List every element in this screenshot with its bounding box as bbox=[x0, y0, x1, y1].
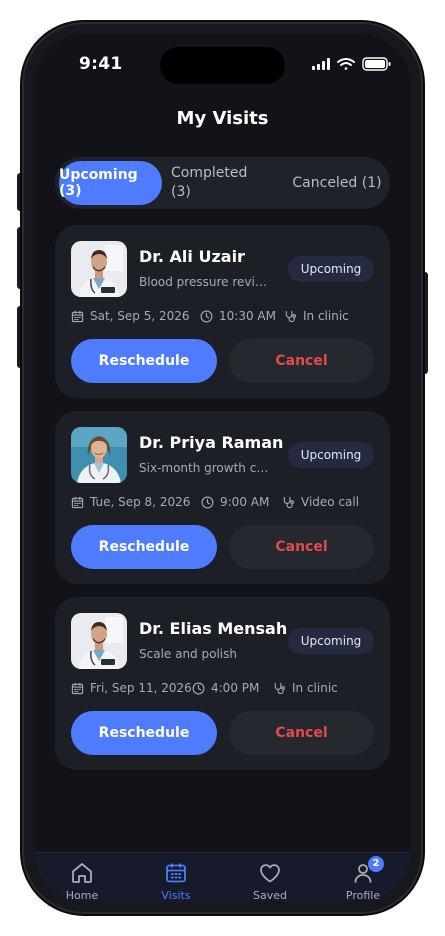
calendar-icon bbox=[71, 496, 84, 508]
visit-time: 4:00 PM bbox=[192, 681, 259, 695]
visit-status-segmented-control: Upcoming (3) Completed (3) Canceled (1) bbox=[55, 157, 390, 209]
stethoscope-icon bbox=[285, 310, 296, 322]
dynamic-island bbox=[160, 47, 285, 84]
visit-date: Sat, Sep 5, 2026 bbox=[71, 309, 190, 323]
tab-saved[interactable]: Saved bbox=[223, 853, 317, 902]
visit-reason: Six-month growth ch... bbox=[139, 461, 271, 475]
status-badge: Upcoming bbox=[288, 628, 374, 654]
visit-time: 10:30 AM bbox=[200, 309, 276, 323]
visit-reason: Scale and polish bbox=[139, 647, 237, 661]
visit-date-text: Tue, Sep 8, 2026 bbox=[90, 495, 191, 509]
tab-completed[interactable]: Completed (3) bbox=[171, 161, 267, 205]
visit-mode: In clinic bbox=[284, 309, 349, 323]
battery-icon bbox=[362, 57, 391, 71]
visit-mode-text: Video call bbox=[301, 495, 360, 509]
status-badge: Upcoming bbox=[288, 256, 374, 282]
doctor-avatar bbox=[71, 427, 127, 483]
visit-mode: Video call bbox=[282, 495, 359, 509]
stethoscope-icon bbox=[274, 682, 285, 694]
visit-date: Fri, Sep 11, 2026 bbox=[71, 681, 192, 695]
doctor-name: Dr. Ali Uzair bbox=[139, 247, 245, 266]
visit-time-text: 9:00 AM bbox=[220, 495, 270, 509]
visit-date-text: Sat, Sep 5, 2026 bbox=[90, 309, 190, 323]
tab-home[interactable]: Home bbox=[35, 853, 129, 902]
tab-visits-label: Visits bbox=[161, 889, 191, 902]
visit-details: Tue, Sep 8, 2026 9:00 AM Video call bbox=[71, 495, 376, 513]
clock-icon bbox=[192, 682, 205, 694]
doctor-name: Dr. Priya Raman bbox=[139, 433, 284, 452]
tab-canceled[interactable]: Canceled (1) bbox=[287, 161, 387, 205]
reschedule-button[interactable]: Reschedule bbox=[71, 711, 217, 755]
tab-upcoming[interactable]: Upcoming (3) bbox=[59, 161, 162, 205]
visit-mode: In clinic bbox=[273, 681, 338, 695]
tab-home-label: Home bbox=[65, 889, 99, 902]
app-screen: 9:41 My Visits Upcoming (3) Completed (3… bbox=[35, 34, 410, 902]
visit-time-text: 10:30 AM bbox=[219, 309, 276, 323]
home-icon bbox=[72, 863, 92, 883]
tab-profile-label: Profile bbox=[345, 889, 381, 902]
tab-profile[interactable]: 2 Profile bbox=[316, 853, 410, 902]
doctor-avatar bbox=[71, 613, 127, 669]
visit-card: Dr. Ali Uzair Blood pressure review Upco… bbox=[55, 225, 390, 398]
clock-icon bbox=[200, 310, 213, 322]
heart-icon bbox=[260, 864, 280, 883]
visit-card: Dr. Priya Raman Six-month growth ch... U… bbox=[55, 411, 390, 584]
calendar-icon bbox=[166, 863, 186, 883]
visit-card: Dr. Elias Mensah Scale and polish Upcomi… bbox=[55, 597, 390, 770]
doctor-avatar bbox=[71, 241, 127, 297]
wifi-icon bbox=[337, 58, 355, 70]
status-badge: Upcoming bbox=[288, 442, 374, 468]
page-title: My Visits bbox=[176, 108, 269, 129]
status-icons bbox=[312, 57, 391, 71]
calendar-icon bbox=[71, 682, 84, 694]
stethoscope-icon bbox=[283, 496, 294, 508]
visit-details: Sat, Sep 5, 2026 10:30 AM In clinic bbox=[71, 309, 376, 327]
visit-time-text: 4:00 PM bbox=[211, 681, 260, 695]
visit-time: 9:00 AM bbox=[201, 495, 269, 509]
visit-mode-text: In clinic bbox=[292, 681, 338, 695]
cancel-button[interactable]: Cancel bbox=[229, 711, 374, 755]
calendar-icon bbox=[71, 310, 84, 322]
doctor-name: Dr. Elias Mensah bbox=[139, 619, 288, 638]
notification-badge: 2 bbox=[368, 856, 384, 872]
status-bar: 9:41 bbox=[35, 34, 410, 90]
cancel-button[interactable]: Cancel bbox=[229, 525, 374, 569]
visit-mode-text: In clinic bbox=[303, 309, 349, 323]
reschedule-button[interactable]: Reschedule bbox=[71, 339, 217, 383]
reschedule-button[interactable]: Reschedule bbox=[71, 525, 217, 569]
status-time: 9:41 bbox=[79, 54, 123, 74]
visit-date: Tue, Sep 8, 2026 bbox=[71, 495, 190, 509]
clock-icon bbox=[201, 496, 214, 508]
bottom-tab-bar: Home Visits Saved 2 Profile bbox=[35, 852, 410, 902]
visit-details: Fri, Sep 11, 2026 4:00 PM In clinic bbox=[71, 681, 376, 699]
tab-visits[interactable]: Visits bbox=[129, 853, 223, 902]
tab-saved-label: Saved bbox=[253, 889, 287, 902]
cancel-button[interactable]: Cancel bbox=[229, 339, 374, 383]
visit-date-text: Fri, Sep 11, 2026 bbox=[90, 681, 192, 695]
visit-reason: Blood pressure review bbox=[139, 275, 271, 289]
signal-icon bbox=[312, 58, 330, 70]
